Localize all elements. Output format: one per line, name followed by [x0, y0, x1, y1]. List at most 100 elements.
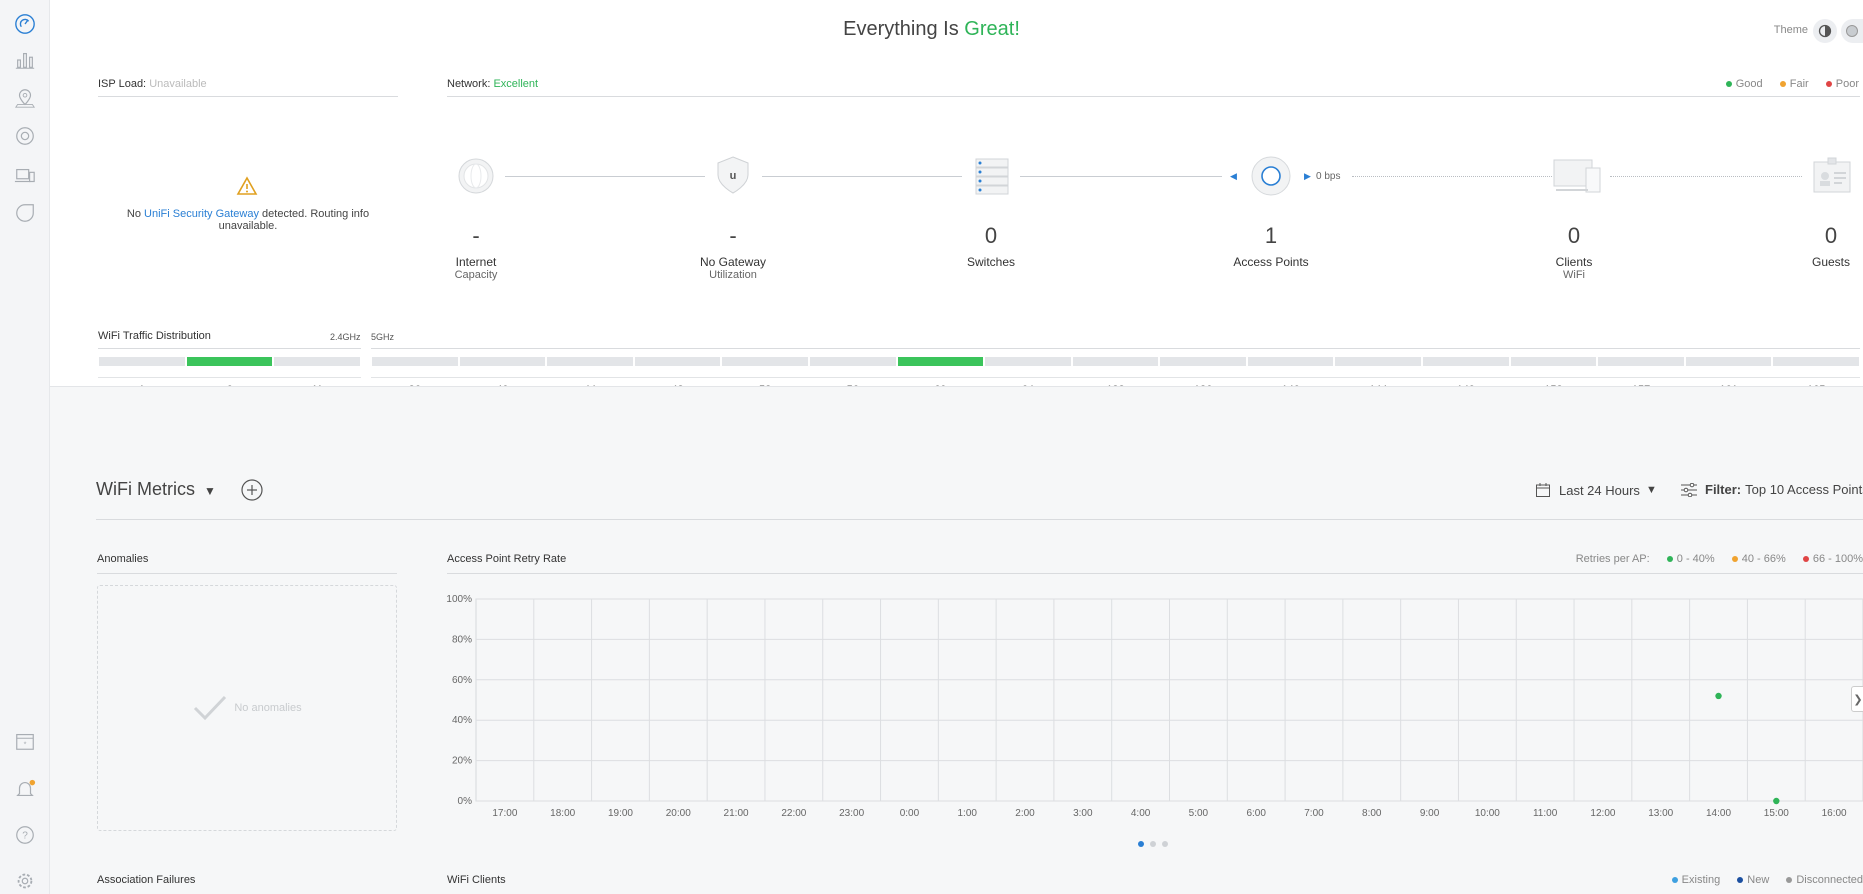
retry-legend-low: 0 - 40%	[1666, 553, 1715, 565]
wifi-metrics-title: WiFi Metrics	[96, 479, 195, 499]
warning-icon	[236, 176, 258, 201]
channel-132-bar	[1072, 357, 1159, 366]
help-icon[interactable]: ?	[12, 822, 38, 848]
internet-value: -	[472, 223, 480, 248]
connector-switch-ap	[1020, 176, 1222, 177]
switch-icon[interactable]	[973, 157, 1011, 200]
guests-label: Guests	[1811, 255, 1850, 269]
x-tick-label: 9:00	[1420, 808, 1440, 819]
wifi-metrics-dropdown[interactable]: WiFi Metrics ▼	[96, 479, 216, 500]
isp-load-value: Unavailable	[149, 78, 207, 90]
clients-monitor-icon[interactable]	[1552, 158, 1602, 199]
gateway-shield-icon[interactable]: u	[715, 155, 751, 200]
legend-disconnected: Disconnected	[1786, 874, 1863, 886]
band-5-divider	[371, 348, 1860, 349]
devices-icon[interactable]	[12, 123, 38, 149]
statistics-icon[interactable]	[12, 47, 38, 73]
legend-new: New	[1737, 874, 1769, 886]
x-tick-label: 3:00	[1073, 808, 1093, 819]
retry-mid-dot	[1731, 556, 1738, 563]
guests-value: 0	[1824, 223, 1838, 248]
clients-icon[interactable]	[12, 163, 38, 189]
legend-fair-dot	[1779, 81, 1786, 88]
svg-text:*: *	[24, 740, 27, 749]
x-tick-label: 15:00	[1764, 808, 1789, 819]
usg-link[interactable]: UniFi Security Gateway	[144, 208, 259, 220]
legend-existing: Existing	[1671, 874, 1720, 886]
guest-badge-icon[interactable]	[1812, 156, 1852, 199]
isp-load: ISP Load: Unavailable	[98, 78, 207, 90]
x-tick-label: 16:00	[1822, 808, 1847, 819]
access-point-icon[interactable]	[1250, 155, 1292, 202]
time-range-dropdown[interactable]: Last 24 Hours ▼	[1535, 482, 1657, 498]
retry-data-point[interactable]	[1715, 692, 1722, 700]
settings-gear-icon[interactable]	[12, 868, 38, 894]
connector-gateway-switch	[762, 176, 962, 177]
pagination-dot[interactable]	[1162, 841, 1168, 847]
band-24-label: 2.4GHz	[330, 332, 361, 342]
switches-value: 0	[984, 223, 998, 248]
legend-fair: Fair	[1779, 78, 1809, 90]
topology-clients: 0 Clients WiFi	[1514, 223, 1634, 281]
retry-legend: Retries per AP: 0 - 40% 40 - 66% 66 - 10…	[1576, 553, 1863, 565]
filter-label: Filter:	[1705, 482, 1742, 497]
network-status: Network: Excellent	[447, 78, 538, 90]
y-tick-label: 80%	[452, 634, 472, 645]
channel-64-bar	[985, 357, 1071, 366]
connector-ap-clients	[1352, 176, 1552, 177]
map-icon[interactable]	[12, 85, 38, 111]
globe-icon[interactable]	[457, 157, 495, 200]
network-divider	[447, 96, 1860, 97]
channel-157-bar	[1598, 357, 1684, 366]
pagination-dot[interactable]	[1138, 841, 1144, 847]
band-24-divider	[98, 348, 361, 349]
x-tick-label: 4:00	[1131, 808, 1151, 819]
channel-153-bar	[1510, 357, 1597, 366]
legend-poor: Poor	[1825, 78, 1859, 90]
x-tick-label: 21:00	[724, 808, 749, 819]
theme-contrast-icon[interactable]	[1813, 19, 1837, 43]
clients-label: Clients	[1555, 255, 1593, 269]
network-legend: Good Fair Poor	[1712, 78, 1859, 90]
access-points-value: 1	[1264, 223, 1278, 248]
warning-prefix: No	[126, 208, 141, 220]
network-label: Network:	[447, 78, 491, 90]
svg-text:?: ?	[22, 831, 28, 842]
events-calendar-icon[interactable]: *	[12, 728, 38, 754]
checkmark-icon	[194, 695, 227, 721]
chart-next-arrow-icon[interactable]: ❯	[1851, 686, 1863, 712]
isp-load-label: ISP Load:	[98, 78, 147, 90]
filter-sliders-icon	[1681, 482, 1697, 497]
x-tick-label: 18:00	[550, 808, 575, 819]
retry-data-point[interactable]	[1773, 797, 1780, 805]
legend-good-dot	[1725, 81, 1732, 88]
chart-pagination	[1138, 841, 1168, 847]
topology-gateway: - No Gateway Utilization	[673, 223, 793, 281]
metrics-divider	[96, 519, 1863, 520]
theme-toggle-icon[interactable]	[1841, 19, 1863, 43]
internet-sub: Capacity	[454, 269, 498, 281]
add-metric-icon[interactable]	[241, 479, 263, 501]
channel-165-bar	[1773, 357, 1859, 366]
alerts-bell-icon[interactable]	[12, 776, 38, 802]
theme-label: Theme	[1773, 24, 1808, 36]
ap-arrow-left-icon: ◀	[1230, 171, 1237, 181]
channel-52-bar	[722, 357, 808, 366]
switches-label: Switches	[966, 255, 1016, 269]
filter-button[interactable]: Filter: Top 10 Access Points	[1681, 482, 1863, 497]
wifi-clients-title: WiFi Clients	[447, 874, 506, 886]
legend-good: Good	[1725, 78, 1763, 90]
x-tick-label: 23:00	[839, 808, 864, 819]
sidebar: * ?	[0, 0, 50, 894]
x-tick-label: 11:00	[1533, 808, 1558, 819]
insights-icon[interactable]	[12, 200, 38, 226]
access-points-label: Access Points	[1233, 255, 1309, 269]
chevron-down-icon: ▼	[204, 484, 216, 498]
pagination-dot[interactable]	[1150, 841, 1156, 847]
isp-warning-text: No UniFi Security Gateway detected. Rout…	[98, 208, 398, 232]
channel-140-bar	[1247, 357, 1334, 366]
filter-value: Top 10 Access Points	[1745, 482, 1863, 497]
existing-dot	[1671, 877, 1678, 884]
anomalies-panel: No anomalies	[97, 585, 397, 831]
retry-low-dot	[1666, 556, 1673, 563]
